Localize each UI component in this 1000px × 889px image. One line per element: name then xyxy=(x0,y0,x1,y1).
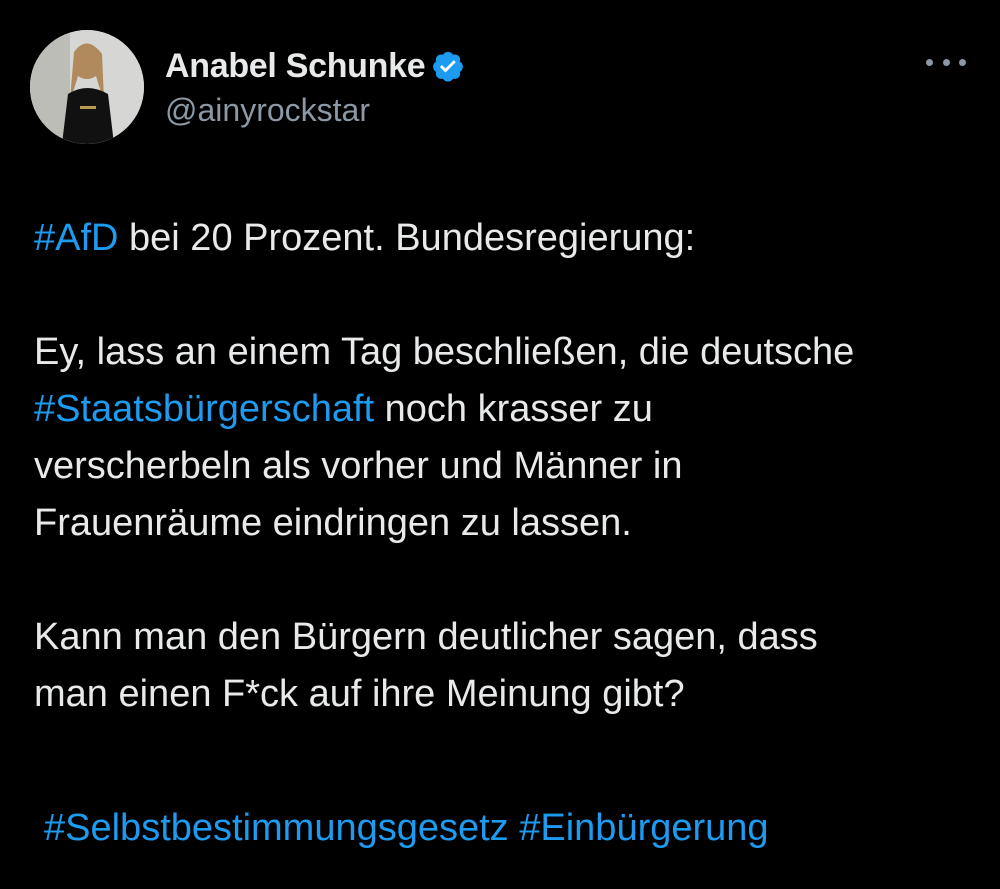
profile-photo xyxy=(30,30,144,144)
tweet-text-span: Frauenräume eindringen zu lassen. xyxy=(34,502,632,544)
tweet-text-span: noch krasser zu xyxy=(374,388,653,430)
hashtag-afd[interactable]: #AfD xyxy=(34,217,118,259)
tweet-text-span: man einen F*ck auf ihre Meinung gibt? xyxy=(34,673,685,715)
author-avatar[interactable] xyxy=(30,30,144,144)
tweet-hashtags: #Selbstbestimmungsgesetz #Einbürgerung xyxy=(44,800,769,857)
verified-badge-icon xyxy=(431,49,465,83)
hashtag-staatsbuergerschaft[interactable]: #Staatsbürgerschaft xyxy=(34,388,374,430)
tweet-card: Anabel Schunke @ainyrockstar #AfD bei 20… xyxy=(0,0,1000,889)
tweet-paragraph-2: Ey, lass an einem Tag beschließen, die d… xyxy=(34,324,974,552)
author-display-name[interactable]: Anabel Schunke xyxy=(165,47,426,86)
tweet-paragraph-1: #AfD bei 20 Prozent. Bundesregierung: xyxy=(34,210,974,267)
tweet-text-span: bei 20 Prozent. Bundesregierung: xyxy=(118,217,696,259)
tweet-text-span: Ey, lass an einem Tag beschließen, die d… xyxy=(34,331,855,373)
tweet-text: #AfD bei 20 Prozent. Bundesregierung: Ey… xyxy=(34,210,974,723)
dot xyxy=(942,58,950,66)
tweet-text-span: Kann man den Bürgern deutlicher sagen, d… xyxy=(34,616,818,658)
dot xyxy=(959,58,966,66)
tweet-paragraph-3: Kann man den Bürgern deutlicher sagen, d… xyxy=(34,609,974,723)
dot xyxy=(926,58,933,66)
author-handle[interactable]: @ainyrockstar xyxy=(165,92,370,129)
tweet-text-span: verscherbeln als vorher und Männer in xyxy=(34,445,683,487)
hashtag-einbuergerung[interactable]: #Einbürgerung xyxy=(519,807,768,849)
hashtag-selbstbestimmungsgesetz[interactable]: #Selbstbestimmungsgesetz xyxy=(44,807,509,849)
author-name-row: Anabel Schunke xyxy=(165,44,465,88)
more-options-icon[interactable] xyxy=(926,52,966,72)
